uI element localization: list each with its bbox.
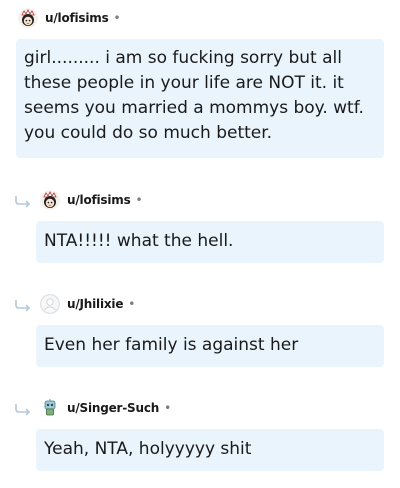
reply-arrow-icon (15, 404, 31, 416)
comment-username[interactable]: u/Singer-Such (67, 401, 159, 415)
comment-username[interactable]: u/lofisims (67, 193, 131, 207)
comment-header: u/lofisims • (40, 188, 143, 212)
reply-arrow-icon (15, 300, 31, 312)
lofisims-avatar-icon[interactable] (18, 8, 38, 28)
meta-separator: • (164, 401, 172, 415)
robot-avatar-icon[interactable] (40, 398, 60, 418)
meta-separator: • (135, 193, 143, 207)
meta-separator: • (113, 11, 121, 25)
comment-username[interactable]: u/Jhilixie (67, 297, 123, 311)
meta-separator: • (128, 297, 136, 311)
comment-body: Yeah, NTA, holyyyyy shit (36, 429, 384, 471)
comment-header: u/Jhilixie • (40, 292, 135, 316)
comment-header: u/Singer-Such • (40, 396, 171, 420)
comment-body: Even her family is against her (36, 325, 384, 367)
comment-body: girl......... i am so fucking sorry but … (16, 39, 384, 158)
comment-username[interactable]: u/lofisims (45, 11, 109, 25)
lofisims-avatar-icon[interactable] (40, 190, 60, 210)
comment-header: u/lofisims • (18, 6, 121, 30)
reply-arrow-icon (15, 196, 31, 208)
comment-body: NTA!!!!! what the hell. (36, 221, 384, 263)
default-avatar-icon[interactable] (40, 294, 60, 314)
